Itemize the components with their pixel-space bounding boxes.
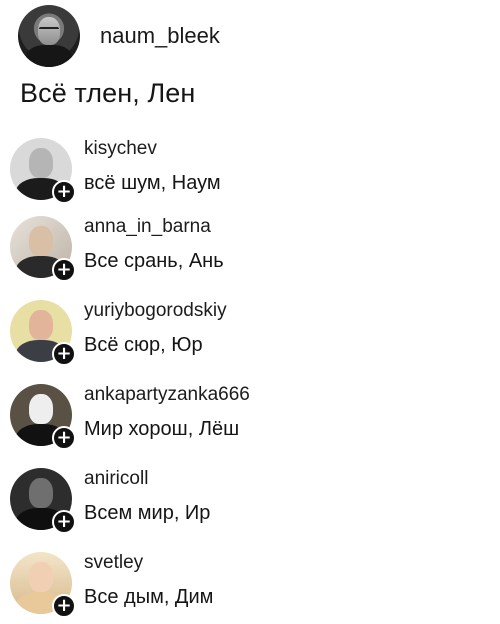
post-author-username[interactable]: naum_bleek	[100, 23, 220, 49]
comment-text: Всем мир, Ир	[84, 502, 211, 524]
commenter-username[interactable]: ankapartyzanka666	[84, 384, 250, 406]
avatar-face-shape	[29, 562, 53, 592]
follow-plus-icon[interactable]: +	[52, 594, 76, 618]
follow-plus-icon[interactable]: +	[52, 342, 76, 366]
post-header: naum_bleek	[18, 5, 220, 67]
commenter-username[interactable]: anna_in_barna	[84, 216, 211, 238]
comment-item: + aniricoll Всем мир, Ир	[10, 464, 480, 540]
comment-item: + svetley Все дым, Дим	[10, 548, 480, 624]
comment-item: + yuriybogorodskiy Всё сюр, Юр	[10, 296, 480, 372]
avatar-face-shape	[29, 310, 53, 340]
comment-text: Всё сюр, Юр	[84, 334, 203, 356]
follow-plus-icon[interactable]: +	[52, 258, 76, 282]
avatar-face-shape	[29, 394, 53, 424]
follow-plus-icon[interactable]: +	[52, 510, 76, 534]
avatar-body-shape	[26, 45, 72, 67]
comment-item: + anna_in_barna Все срань, Ань	[10, 212, 480, 288]
avatar-face-shape	[29, 226, 53, 256]
commenter-username[interactable]: yuriybogorodskiy	[84, 300, 227, 322]
follow-plus-icon[interactable]: +	[52, 426, 76, 450]
comment-text: Все срань, Ань	[84, 250, 224, 272]
comment-text: всё шум, Наум	[84, 172, 221, 194]
follow-plus-icon[interactable]: +	[52, 180, 76, 204]
commenter-username[interactable]: svetley	[84, 552, 143, 574]
avatar-face-shape	[29, 478, 53, 508]
comment-text: Все дым, Дим	[84, 586, 214, 608]
avatar-face-shape	[29, 148, 53, 178]
post-author-avatar[interactable]	[18, 5, 80, 67]
avatar-glasses-shape	[39, 27, 59, 32]
post-caption: Всё тлен, Лен	[20, 78, 196, 108]
commenter-username[interactable]: kisychev	[84, 138, 157, 160]
comment-item: + kisychev всё шум, Наум	[10, 134, 480, 210]
comments-screen: naum_bleek Всё тлен, Лен + kisychev всё …	[0, 0, 500, 624]
comment-item: + ankapartyzanka666 Мир хорош, Лёш	[10, 380, 480, 456]
commenter-username[interactable]: aniricoll	[84, 468, 148, 490]
comment-text: Мир хорош, Лёш	[84, 418, 240, 440]
